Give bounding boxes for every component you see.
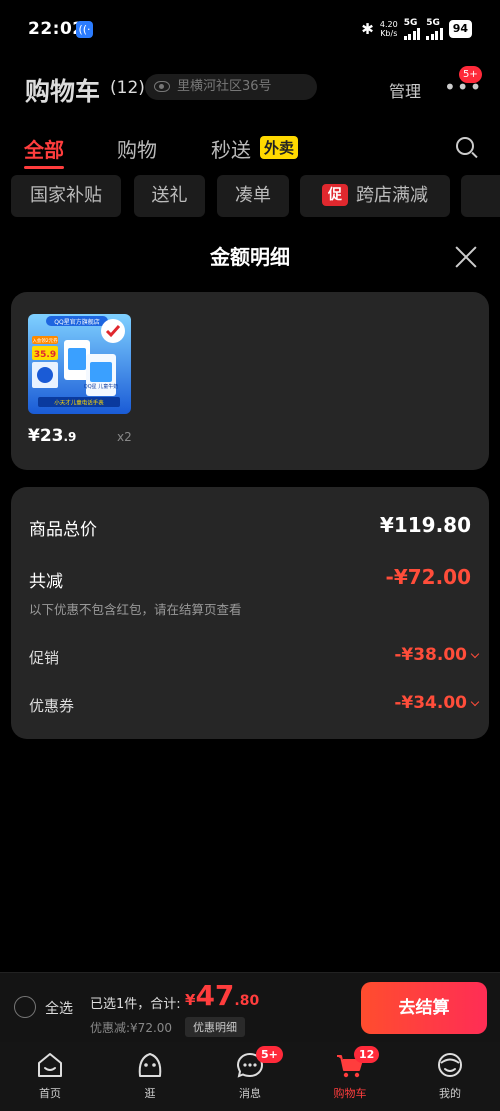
status-bar: 22:02 ((· ✱ 4.20 Kb/s 5G 5G 94 xyxy=(0,0,500,58)
product-price: ¥23.9 xyxy=(28,426,76,446)
browse-icon xyxy=(138,1053,162,1077)
nfc-icon: ((· xyxy=(76,21,93,38)
img-promo: 小天才儿童电话手表 xyxy=(54,399,104,407)
product-image[interactable]: QQ星官方旗舰店 入会领2元券 35.9 QQ星 儿童牛奶 小天才儿童电话手表 xyxy=(28,314,131,414)
address-selector[interactable]: 里横河社区36号 xyxy=(145,74,317,100)
search-icon[interactable] xyxy=(456,137,474,155)
signal-2: 5G xyxy=(426,18,443,40)
cart-header: 购物车 (12) 里横河社区36号 管理 ••• xyxy=(0,62,500,112)
chip-gift[interactable]: 送礼 xyxy=(134,175,205,217)
eye-icon xyxy=(154,81,170,92)
address-text: 里横河社区36号 xyxy=(177,79,272,94)
img-brand: QQ星官方旗舰店 xyxy=(54,318,99,326)
battery-icon: 94 xyxy=(448,20,472,38)
tab-browse-label: 逛 xyxy=(144,1087,156,1100)
cart-tabs: 全部 购物 秒送 外卖 xyxy=(0,130,500,170)
promo-label: 促销 xyxy=(29,649,60,667)
cart-badge: 12 xyxy=(354,1046,380,1063)
chevron-down-icon[interactable] xyxy=(470,649,480,659)
page-title: 购物车 xyxy=(25,77,101,106)
tab-cart[interactable]: 12 购物车 xyxy=(300,1042,400,1111)
signal-bars-icon xyxy=(403,28,421,40)
signal-bars-icon xyxy=(426,28,443,40)
tab-browse[interactable]: 逛 xyxy=(100,1042,200,1111)
total-amount: ¥47.80 xyxy=(185,979,259,1012)
takeout-tag: 外卖 xyxy=(260,136,299,159)
net-speed: 4.20 Kb/s xyxy=(380,20,398,38)
more-badge: 5+ xyxy=(459,66,482,83)
promo-tag-icon: 促 xyxy=(322,184,348,206)
select-all-checkbox[interactable] xyxy=(14,996,36,1018)
price-breakdown-card: 商品总价 ¥119.80 共减 -¥72.00 以下优惠不包含红包，请在结算页查… xyxy=(11,487,489,739)
chip-national-subsidy[interactable]: 国家补贴 xyxy=(11,175,121,217)
signal-1: 5G xyxy=(403,18,421,40)
select-all-label[interactable]: 全选 xyxy=(45,998,73,1018)
tab-messages[interactable]: 5+ 消息 xyxy=(200,1042,300,1111)
tab-home[interactable]: 首页 xyxy=(0,1042,100,1111)
chevron-down-icon[interactable] xyxy=(470,697,480,707)
messages-badge: 5+ xyxy=(256,1046,283,1063)
amount-symbol: ¥ xyxy=(185,991,196,1009)
img-badge: 入会领2元券 xyxy=(32,337,58,344)
img-price: 35.9 xyxy=(34,350,56,360)
tab-instant[interactable]: 秒送 xyxy=(211,134,251,163)
tab-profile[interactable]: 我的 xyxy=(400,1042,500,1111)
tab-shopping[interactable]: 购物 xyxy=(117,134,157,163)
selected-summary: 已选1件，合计: xyxy=(90,997,181,1012)
status-right: ✱ 4.20 Kb/s 5G 5G 94 xyxy=(361,18,472,40)
chip-bundle[interactable]: 凑单 xyxy=(217,175,289,217)
product-price-dec: .9 xyxy=(63,430,77,444)
chip-cross-store-discount[interactable]: 促跨店满减 xyxy=(300,175,450,217)
coupon-label: 优惠券 xyxy=(29,697,75,715)
total-value: ¥119.80 xyxy=(379,513,471,537)
discount-detail-button[interactable]: 优惠明细 xyxy=(185,1017,245,1037)
product-price-int: ¥23 xyxy=(28,426,64,446)
tab-cart-label: 购物车 xyxy=(333,1087,367,1100)
coupon-value[interactable]: -¥34.00 xyxy=(394,693,467,713)
checkout-bar: 全选 已选1件，合计: ¥47.80 优惠减:¥72.00 优惠明细 去结算 xyxy=(0,972,500,1042)
tab-profile-label: 我的 xyxy=(439,1087,461,1100)
promo-value[interactable]: -¥38.00 xyxy=(394,645,467,665)
close-icon[interactable] xyxy=(454,245,478,269)
product-card: QQ星官方旗舰店 入会领2元券 35.9 QQ星 儿童牛奶 小天才儿童电话手表 … xyxy=(11,292,489,470)
checkout-button[interactable]: 去结算 xyxy=(361,982,487,1034)
amount-dec: .80 xyxy=(234,993,260,1009)
tab-all[interactable]: 全部 xyxy=(24,134,64,163)
cart-count: (12) xyxy=(110,78,145,98)
chip-more[interactable] xyxy=(461,175,500,217)
home-icon xyxy=(38,1053,62,1077)
total-label: 商品总价 xyxy=(29,520,97,540)
product-quantity: x2 xyxy=(117,430,132,444)
signal-1-label: 5G xyxy=(403,18,418,28)
signal-2-label: 5G xyxy=(426,18,440,28)
manage-button[interactable]: 管理 xyxy=(389,78,421,102)
tab-messages-label: 消息 xyxy=(239,1087,261,1100)
tab-home-label: 首页 xyxy=(39,1087,61,1100)
profile-icon xyxy=(438,1053,462,1077)
bottom-tab-bar: 首页 逛 5+ 消息 12 购物车 我的 xyxy=(0,1042,500,1111)
sheet-title: 金额明细 xyxy=(210,245,290,269)
reduce-value: -¥72.00 xyxy=(385,565,471,589)
filter-chips: 国家补贴 送礼 凑单 促跨店满减 xyxy=(0,175,500,218)
bluetooth-icon: ✱ xyxy=(361,20,374,38)
discount-summary: 优惠减:¥72.00 xyxy=(90,1021,173,1035)
amount-int: 47 xyxy=(195,979,235,1012)
product-image-art: QQ星官方旗舰店 入会领2元券 35.9 QQ星 儿童牛奶 小天才儿童电话手表 xyxy=(28,314,131,414)
chip-label: 跨店满减 xyxy=(356,185,428,206)
net-speed-unit: Kb/s xyxy=(380,29,398,38)
net-speed-value: 4.20 xyxy=(379,20,398,29)
discount-note: 以下优惠不包含红包，请在结算页查看 xyxy=(29,602,242,617)
tab-active-indicator xyxy=(24,166,64,169)
reduce-label: 共减 xyxy=(29,572,63,592)
img-product: QQ星 儿童牛奶 xyxy=(84,383,118,390)
